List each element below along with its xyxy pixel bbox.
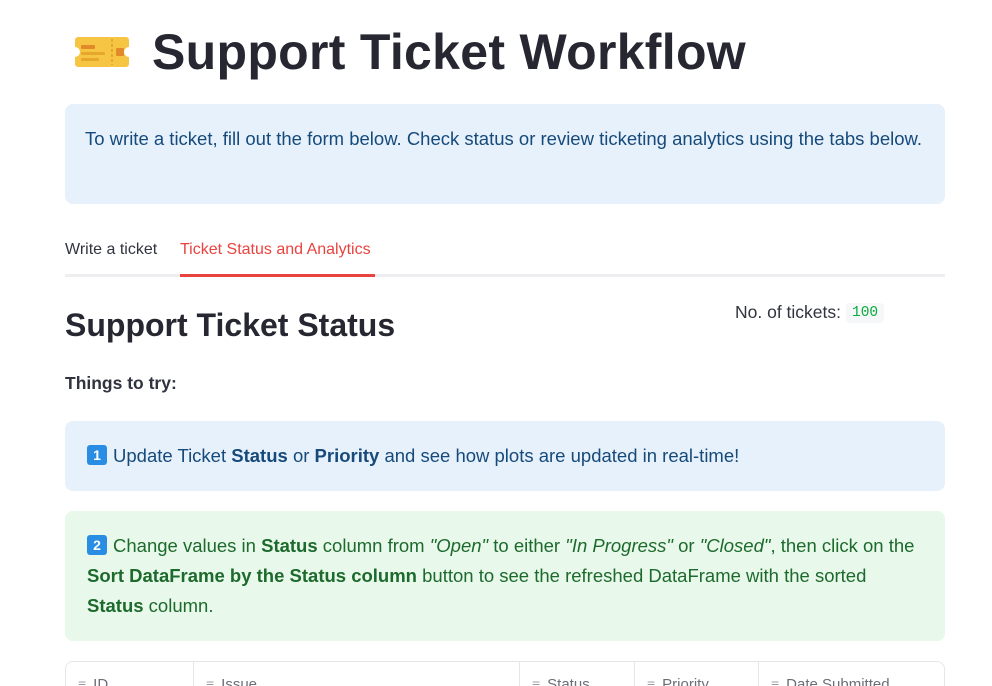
tip-text-part: button to see the refreshed DataFrame wi… — [416, 565, 867, 586]
tip-italic-part: "In Progress" — [565, 535, 673, 556]
ticket-icon — [74, 35, 130, 69]
column-header-issue[interactable]: ≡ Issue — [194, 662, 520, 686]
section-title: Support Ticket Status — [65, 307, 396, 343]
tab-write-ticket[interactable]: Write a ticket — [65, 236, 157, 277]
column-header-label: Priority — [662, 676, 709, 686]
info-text: To write a ticket, fill out the form bel… — [85, 128, 922, 149]
column-header-priority[interactable]: ≡ Priority — [635, 662, 759, 686]
text-column-icon: ≡ — [771, 676, 779, 686]
text-column-icon: ≡ — [532, 676, 540, 686]
tip-text-part: to either — [488, 535, 566, 556]
tip-text-part: or — [672, 535, 700, 556]
tip-text-part: column from — [317, 535, 430, 556]
keycap-two-icon: 2 — [87, 535, 107, 555]
column-header-status[interactable]: ≡ Status — [520, 662, 635, 686]
tip-bold-part: Status — [261, 535, 318, 556]
tip-bold-part: Priority — [314, 445, 380, 466]
column-header-label: Status — [547, 676, 590, 686]
ticket-count: No. of tickets: 100 — [735, 302, 885, 323]
things-to-try-label: Things to try: — [65, 373, 177, 393]
tip-text-part: and see how plots are updated in real-ti… — [379, 445, 740, 466]
column-header-label: ID — [93, 676, 109, 686]
column-header-label: Issue — [221, 676, 258, 686]
tip-italic-part: "Closed" — [699, 535, 771, 556]
text-column-icon: ≡ — [647, 676, 655, 686]
tab-bar: Write a ticket Ticket Status and Analyti… — [65, 236, 945, 277]
tip-2-alert: 2 Change values in Status column from "Op… — [65, 511, 945, 641]
tip-1-alert: 1 Update Ticket Status or Priority and se… — [65, 421, 945, 491]
tip-2-text: Change values in Status column from "Ope… — [87, 535, 914, 616]
tip-text-part: , then click on the — [770, 535, 915, 556]
column-header-date-submitted[interactable]: ≡ Date Submitted — [759, 662, 944, 686]
tip-text-part: Change values in — [113, 535, 262, 556]
keycap-one-icon: 1 — [87, 445, 107, 465]
tip-text-part: Update Ticket — [113, 445, 232, 466]
tip-1-text: Update Ticket Status or Priority and see… — [113, 445, 739, 466]
page-header: Support Ticket Workflow — [74, 22, 746, 82]
column-header-label: Date Submitted — [786, 676, 890, 686]
tip-italic-part: "Open" — [429, 535, 489, 556]
info-alert: To write a ticket, fill out the form bel… — [65, 104, 945, 204]
tip-bold-part: Status — [87, 595, 144, 616]
text-column-icon: ≡ — [78, 676, 86, 686]
ticket-count-label: No. of tickets: — [735, 302, 842, 322]
tip-bold-part: Sort DataFrame by the Status column — [87, 565, 417, 586]
ticket-dataframe[interactable]: ≡ ID ≡ Issue ≡ Status ≡ Priority ≡ Date Submi… — [65, 661, 945, 686]
column-header-id[interactable]: ≡ ID — [66, 662, 194, 686]
tab-ticket-status-analytics[interactable]: Ticket Status and Analytics — [180, 236, 375, 277]
tip-bold-part: Status — [231, 445, 288, 466]
tip-text-part: column. — [143, 595, 214, 616]
ticket-count-value: 100 — [846, 302, 885, 323]
text-column-icon: ≡ — [206, 676, 214, 686]
page-title: Support Ticket Workflow — [152, 24, 746, 80]
tip-text-part: or — [287, 445, 315, 466]
